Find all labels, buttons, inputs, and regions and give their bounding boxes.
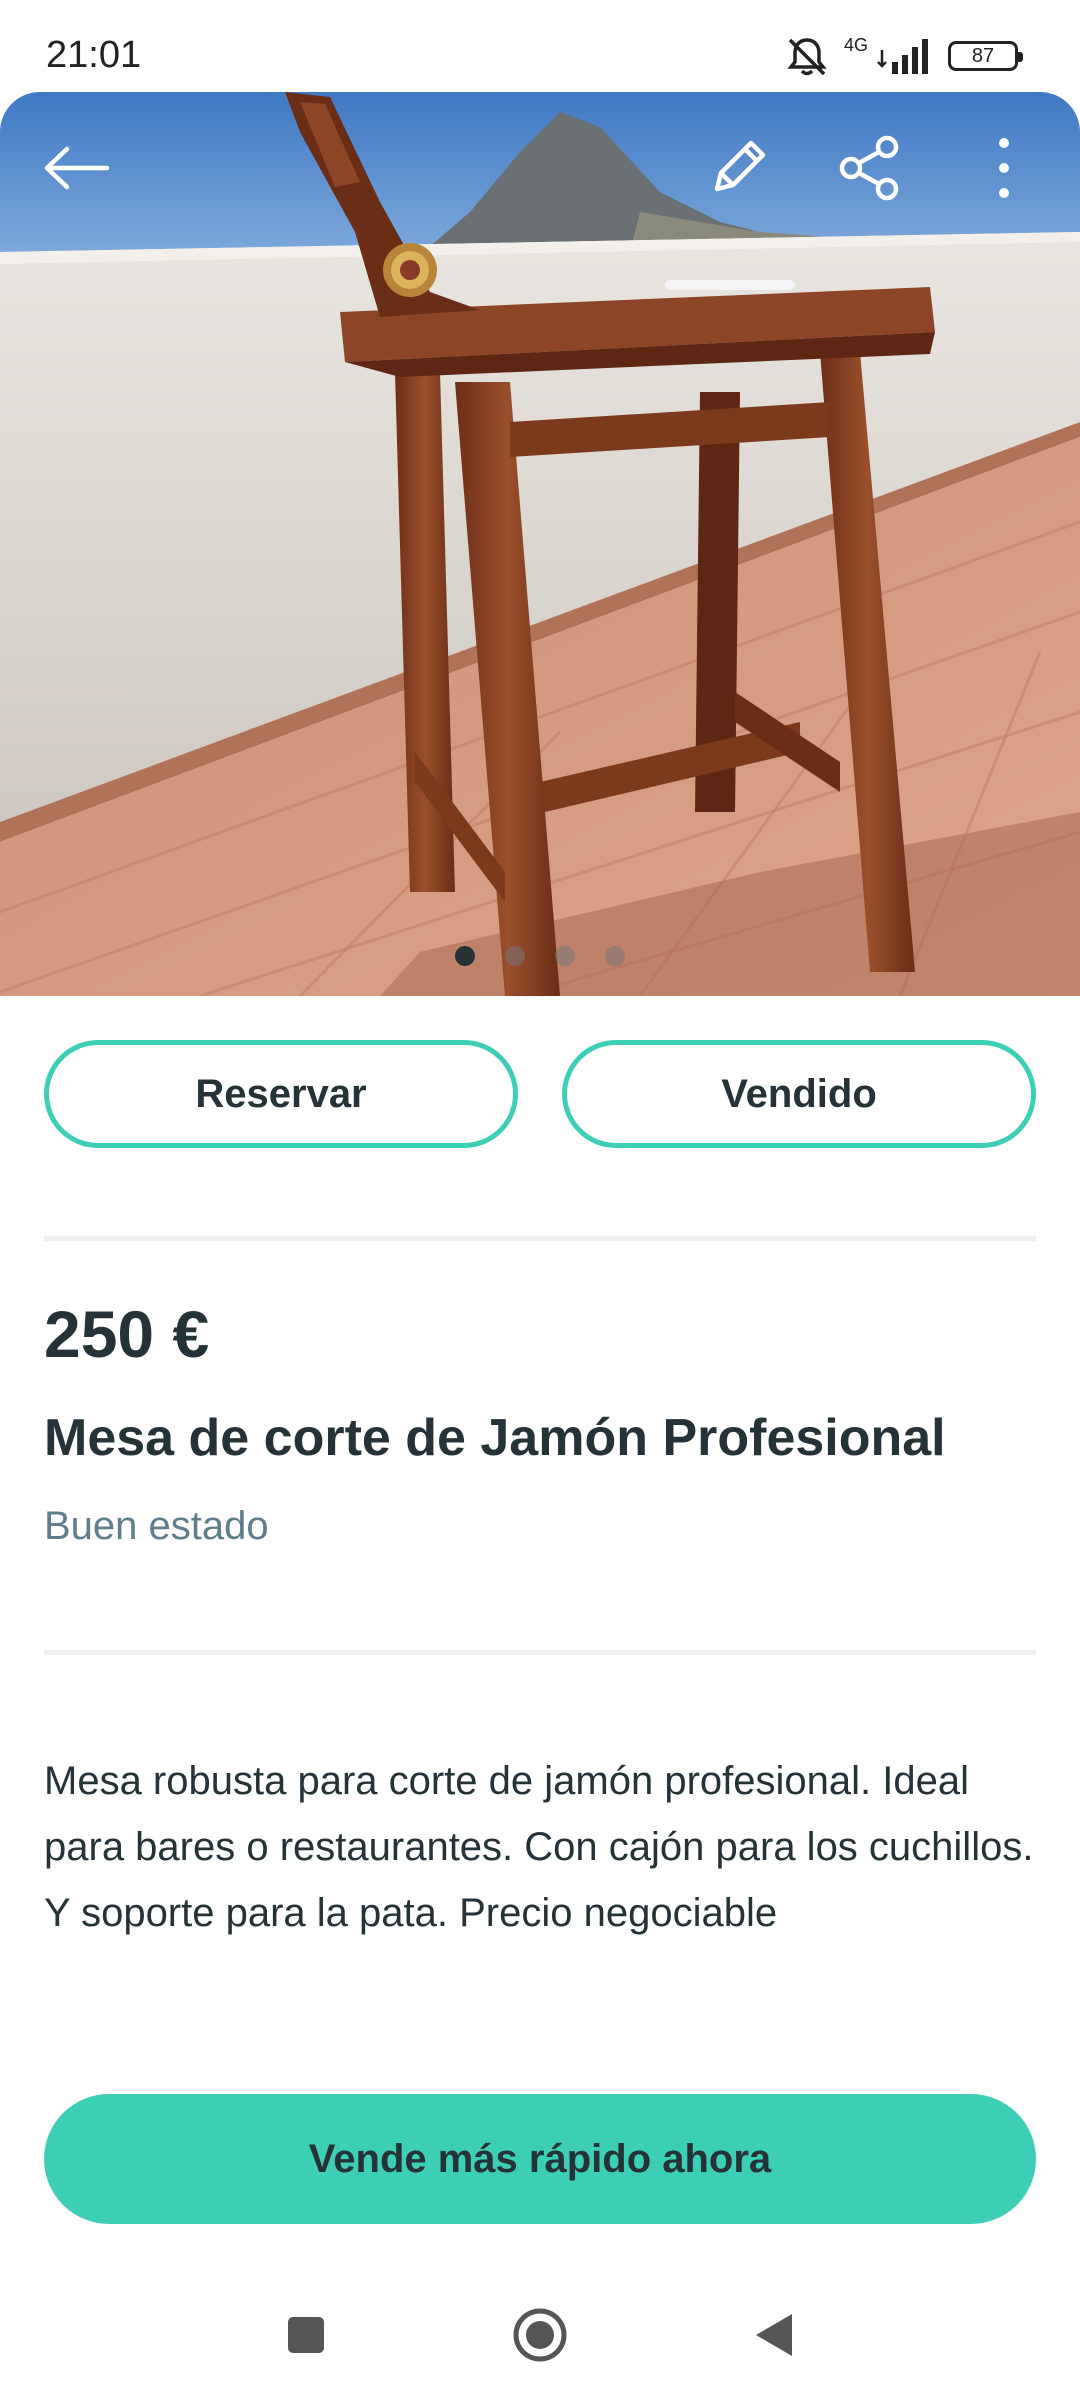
status-bar: 21:01 4G 87	[0, 0, 1080, 92]
carousel-dot[interactable]	[605, 946, 625, 966]
carousel-dot-active[interactable]	[455, 946, 475, 966]
pencil-icon	[714, 140, 766, 192]
more-options-button[interactable]	[964, 128, 1044, 208]
listing-condition: Buen estado	[44, 1504, 269, 1548]
listing-actions: Reservar Vendido	[44, 1040, 1036, 1148]
carousel-dot[interactable]	[505, 946, 525, 966]
listing-title: Mesa de corte de Jamón Profesional	[44, 1409, 946, 1467]
carousel-indicator	[0, 946, 1080, 966]
status-icons: 4G 87	[784, 34, 1023, 78]
bell-muted-icon	[787, 38, 827, 76]
recents-button[interactable]	[274, 2303, 338, 2367]
edit-button[interactable]	[698, 128, 778, 208]
reserve-button[interactable]: Reservar	[44, 1040, 518, 1148]
network-label: 4G	[843, 35, 868, 55]
share-icon	[839, 135, 899, 201]
battery-level: 87	[971, 44, 995, 67]
boost-listing-button[interactable]: Vende más rápido ahora	[44, 2094, 1036, 2224]
home-circle-icon	[513, 2308, 567, 2362]
listing-photo-carousel[interactable]	[0, 92, 1080, 996]
back-nav-button[interactable]	[742, 2303, 806, 2367]
home-button[interactable]	[508, 2303, 572, 2367]
listing-price: 250 €	[44, 1297, 210, 1371]
listing-photo	[0, 92, 1080, 996]
sold-button[interactable]: Vendido	[562, 1040, 1036, 1148]
listing-description: Mesa robusta para corte de jamón profesi…	[44, 1759, 1034, 1935]
back-arrow-icon	[44, 146, 110, 190]
battery-icon: 87	[948, 41, 1023, 71]
divider	[44, 1650, 1036, 1655]
back-button[interactable]	[36, 128, 116, 208]
status-time: 21:01	[46, 34, 142, 76]
carousel-dot[interactable]	[555, 946, 575, 966]
square-icon	[288, 2317, 324, 2353]
system-nav-bar	[0, 2270, 1080, 2400]
share-button[interactable]	[830, 128, 910, 208]
triangle-back-icon	[756, 2314, 792, 2356]
more-vertical-icon	[999, 138, 1009, 198]
divider	[44, 1236, 1036, 1241]
signal-icon	[877, 39, 928, 74]
